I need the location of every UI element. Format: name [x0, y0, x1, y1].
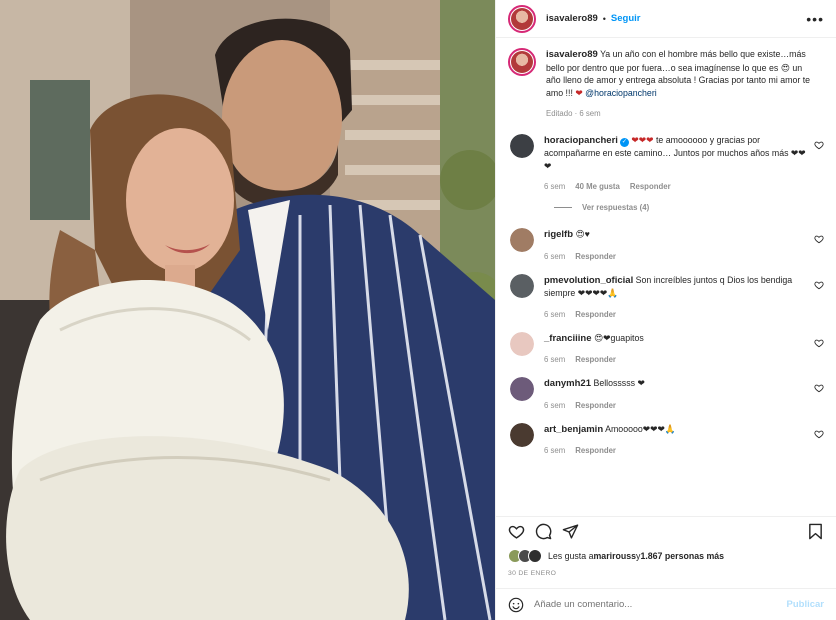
- smiley-icon[interactable]: [508, 597, 524, 613]
- comment-text: Bellosssss ❤: [593, 378, 645, 388]
- view-replies-label: Ver respuestas (4): [582, 203, 650, 212]
- comment-heart-icon[interactable]: [814, 140, 824, 150]
- comment-hearts: ❤❤❤: [631, 134, 654, 145]
- likes-count-link[interactable]: 1.867 personas más: [640, 551, 724, 561]
- post-photo[interactable]: [0, 0, 495, 620]
- comment-text: 😍♥: [575, 229, 590, 239]
- comment-line: pmevolution_oficial Son increíbles junto…: [544, 274, 806, 300]
- post-date: 30 DE ENERO: [508, 570, 557, 577]
- comment-body: danymh21 Bellosssss ❤ 6 sem Responder: [544, 377, 806, 410]
- comment-item: art_benjamin Amooooo❤❤❤🙏 6 sem Responder: [508, 422, 824, 456]
- commenter-username[interactable]: horaciopancheri: [544, 135, 618, 146]
- comment-text: 😍❤guapitos: [593, 332, 644, 343]
- comment-actions: 6 sem Responder: [544, 252, 806, 261]
- comment-heart-icon[interactable]: [814, 280, 824, 290]
- liker-avatar: [528, 549, 542, 563]
- comment-item: danymh21 Bellosssss ❤ 6 sem Responder: [508, 377, 824, 410]
- commenter-avatar[interactable]: [510, 331, 534, 356]
- comment-line: rigelfb 😍♥: [544, 228, 806, 242]
- couple-photo-illustration: [0, 0, 495, 620]
- verified-badge-icon: ✓: [619, 137, 629, 147]
- comment-actions: 6 sem Responder: [544, 355, 806, 364]
- post-action-bar: [496, 516, 836, 546]
- separator-dot: •: [602, 13, 606, 24]
- add-comment-bar: Publicar: [496, 588, 836, 620]
- comment-actions: 6 sem Responder: [544, 446, 806, 455]
- comment-heart-icon[interactable]: [814, 338, 824, 348]
- caption-mention-link[interactable]: @horaciopancheri: [585, 88, 657, 98]
- commenter-avatar[interactable]: [510, 228, 534, 252]
- comment-heart-icon[interactable]: [814, 383, 824, 393]
- caption-heart: ❤: [575, 87, 583, 98]
- commenter-avatar[interactable]: [510, 377, 534, 401]
- comment-body: _franciiine 😍❤guapitos 6 sem Responder: [544, 332, 806, 365]
- reply-button[interactable]: Responder: [630, 182, 671, 191]
- comment-time: 6 sem: [544, 182, 566, 191]
- post-side-panel: isavalero89 • Seguir ••• isavalero89 Ya …: [495, 0, 836, 620]
- reply-button[interactable]: Responder: [575, 252, 616, 261]
- post-caption: isavalero89 Ya un año con el hombre más …: [508, 48, 824, 121]
- liker-username[interactable]: marirouss: [593, 551, 636, 561]
- commenter-username[interactable]: art_benjamin: [544, 424, 603, 435]
- comment-line: horaciopancheri ✓ ❤❤❤ te amoooooo y graci…: [544, 134, 806, 173]
- comment-line: _franciiine 😍❤guapitos: [544, 332, 806, 346]
- caption-username[interactable]: isavalero89: [546, 49, 598, 60]
- likes-summary: Les gusta a marirouss y 1.867 personas m…: [496, 546, 836, 566]
- commenter-avatar-fill: [510, 133, 534, 158]
- replies-line: [554, 207, 572, 208]
- comment-heart-icon[interactable]: [814, 234, 824, 244]
- reply-button[interactable]: Responder: [575, 401, 616, 410]
- caption-meta: Editado · 6 sem: [546, 109, 601, 118]
- bookmark-icon[interactable]: [807, 523, 824, 540]
- comment-likes-count[interactable]: 40 Me gusta: [575, 182, 620, 191]
- commenter-username[interactable]: danymh21: [544, 378, 591, 389]
- comment-text: Amooooo❤❤❤🙏: [605, 423, 676, 434]
- more-dots-icon[interactable]: •••: [806, 12, 824, 26]
- comment-actions: 6 sem Responder: [544, 401, 806, 410]
- likes-prefix: Les gusta a: [548, 551, 594, 561]
- commenter-username[interactable]: _franciiine: [544, 333, 592, 344]
- comment-line: danymh21 Bellosssss ❤: [544, 377, 806, 391]
- post-header: isavalero89 • Seguir •••: [496, 0, 836, 38]
- liker-avatars: [508, 549, 544, 563]
- comment-time: 6 sem: [544, 251, 566, 261]
- comment-actions: 6 sem 40 Me gusta Responder: [544, 182, 806, 191]
- comment-time: 6 sem: [544, 309, 566, 319]
- comment-body: art_benjamin Amooooo❤❤❤🙏 6 sem Responder: [544, 423, 806, 456]
- reply-button[interactable]: Responder: [575, 355, 616, 364]
- comment-item: horaciopancheri ✓ ❤❤❤ te amoooooo y graci…: [508, 133, 824, 192]
- commenter-avatar[interactable]: [510, 422, 534, 447]
- comment-item: rigelfb 😍♥ 6 sem Responder: [508, 228, 824, 261]
- comment-line: art_benjamin Amooooo❤❤❤🙏: [544, 423, 806, 437]
- heart-outline-icon[interactable]: [508, 523, 525, 540]
- comments-list[interactable]: isavalero89 Ya un año con el hombre más …: [496, 38, 836, 516]
- comment-heart-icon[interactable]: [814, 429, 824, 439]
- commenter-avatar[interactable]: [510, 133, 534, 158]
- comment-time: 6 sem: [544, 446, 566, 455]
- publish-button[interactable]: Publicar: [787, 599, 825, 610]
- follow-button[interactable]: Seguir: [611, 13, 641, 24]
- comment-input[interactable]: [534, 599, 787, 610]
- comment-actions: 6 sem Responder: [544, 310, 806, 319]
- comment-body: horaciopancheri ✓ ❤❤❤ te amoooooo y graci…: [544, 134, 806, 192]
- post-viewer: isavalero89 • Seguir ••• isavalero89 Ya …: [0, 0, 836, 620]
- caption-author-avatar[interactable]: [508, 48, 536, 76]
- comment-item: _franciiine 😍❤guapitos 6 sem Responder: [508, 331, 824, 365]
- comment-time: 6 sem: [544, 400, 566, 410]
- comment-body: pmevolution_oficial Son increíbles junto…: [544, 274, 806, 319]
- comment-time: 6 sem: [544, 355, 566, 364]
- view-replies-button[interactable]: Ver respuestas (4): [554, 203, 824, 212]
- reply-button[interactable]: Responder: [575, 310, 616, 319]
- comment-item: pmevolution_oficial Son increíbles junto…: [508, 273, 824, 319]
- commenter-avatar[interactable]: [510, 273, 534, 298]
- author-username[interactable]: isavalero89: [546, 13, 598, 24]
- reply-button[interactable]: Responder: [575, 446, 616, 455]
- author-avatar[interactable]: [508, 4, 536, 33]
- paper-plane-icon[interactable]: [562, 523, 579, 540]
- commenter-username[interactable]: pmevolution_oficial: [544, 275, 633, 286]
- commenter-username[interactable]: rigelfb: [544, 229, 573, 240]
- comment-body: rigelfb 😍♥ 6 sem Responder: [544, 228, 806, 261]
- caption-body: isavalero89 Ya un año con el hombre más …: [546, 48, 818, 121]
- comment-bubble-icon[interactable]: [535, 523, 552, 540]
